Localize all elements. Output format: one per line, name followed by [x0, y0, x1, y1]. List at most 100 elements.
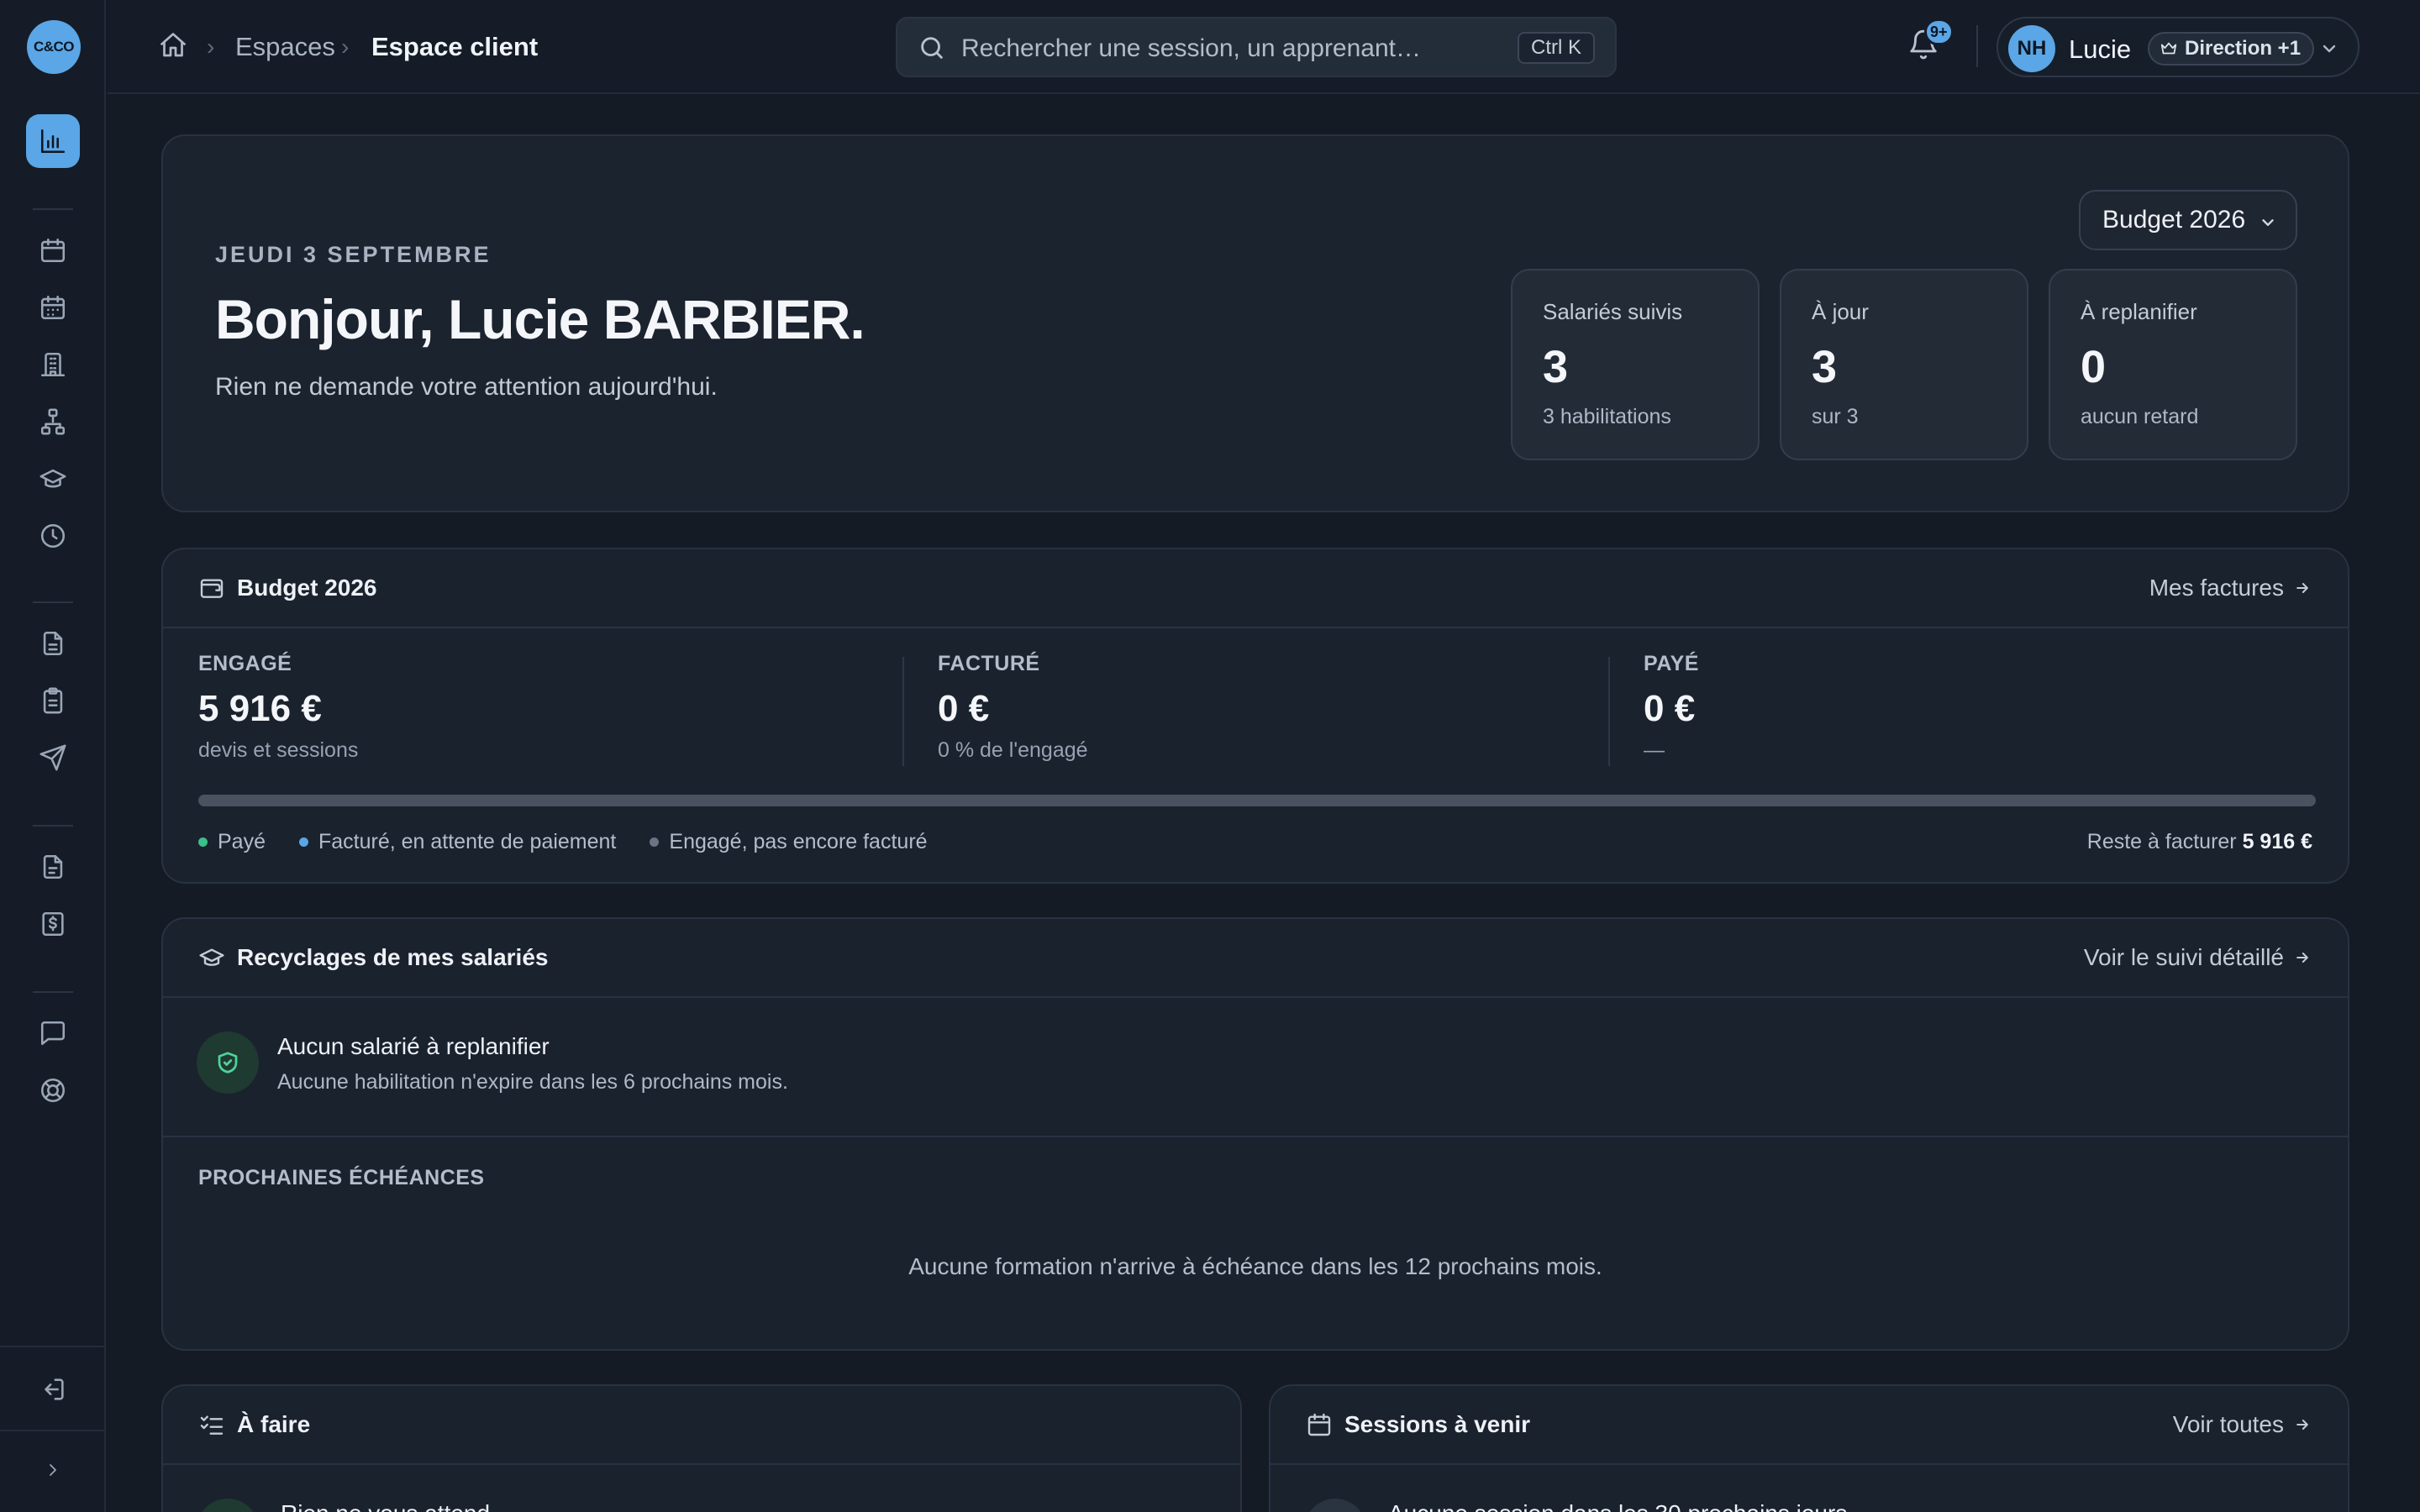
sessions-first-item: Aucune session dans les 30 prochains jou…	[1388, 1500, 1847, 1512]
sidebar: C&CO	[0, 0, 106, 1512]
sidebar-item-attendance[interactable]	[26, 674, 80, 727]
expand-sidebar-button[interactable]	[26, 1443, 80, 1497]
legend-label: Facturé, en attente de paiement	[318, 830, 617, 853]
stat-sub: 3 habilitations	[1543, 405, 1671, 428]
kpi-paid: PAYÉ 0 € —	[1644, 652, 1699, 763]
recyclages-title: Recyclages de mes salariés	[237, 944, 549, 970]
no-reschedule-sub: Aucune habilitation n'expire dans les 6 …	[277, 1070, 788, 1094]
sidebar-item-planning[interactable]	[26, 281, 80, 334]
chevron-down-icon	[2262, 219, 2274, 226]
budget-title: Budget 2026	[237, 575, 377, 601]
sidebar-item-messages[interactable]	[26, 1006, 80, 1060]
stat-label: À replanifier	[2081, 299, 2197, 324]
kpi-divider	[902, 657, 904, 766]
global-search[interactable]: Ctrl K	[896, 17, 1617, 77]
sidebar-item-invoices[interactable]	[26, 897, 80, 951]
legend-item-invoiced: Facturé, en attente de paiement	[298, 830, 617, 854]
calendar-icon	[40, 238, 66, 263]
graduation-cap-icon	[39, 469, 66, 488]
recyclages-card: Recyclages de mes salariés Voir le suivi…	[161, 917, 2349, 1351]
arrow-right-icon	[2296, 583, 2308, 593]
remaining-to-invoice: Reste à facturer 5 916 €	[2087, 830, 2312, 854]
role-label: Direction +1	[2185, 37, 2302, 60]
notifications-badge: 9+	[1924, 18, 1954, 45]
budget-legend: Payé Facturé, en attente de paiement Eng…	[198, 830, 928, 854]
sessions-card: Sessions à venir Voir toutes Aucune sess…	[1269, 1384, 2349, 1512]
wallet-icon	[198, 575, 227, 603]
app-logo[interactable]: C&CO	[27, 20, 81, 74]
kpi-label: PAYÉ	[1644, 652, 1699, 675]
sidebar-item-quotes[interactable]	[26, 840, 80, 894]
search-icon	[918, 34, 948, 64]
logout-button[interactable]	[26, 1362, 80, 1416]
stat-value: 3	[1543, 342, 1569, 392]
recyclages-header: Recyclages de mes salariés Voir le suivi…	[163, 919, 2348, 998]
breadcrumb-espaces[interactable]: Espaces	[235, 32, 335, 62]
calendar-icon	[1306, 1411, 1334, 1440]
search-input[interactable]	[961, 30, 1482, 67]
budget-card: Budget 2026 Mes factures ENGAGÉ 5 916 € …	[161, 548, 2349, 884]
sidebar-separator	[33, 601, 73, 603]
invoices-link[interactable]: Mes factures	[2149, 575, 2311, 601]
legend-dot	[198, 837, 208, 847]
calendar-grid-icon	[40, 295, 66, 320]
graduation-cap-icon	[198, 944, 227, 973]
sidebar-separator	[33, 208, 73, 210]
org-chart-icon	[40, 408, 66, 435]
stat-card-to-reschedule[interactable]: À replanifier 0 aucun retard	[2049, 269, 2297, 460]
detailed-tracking-link[interactable]: Voir le suivi détaillé	[2084, 944, 2311, 971]
shield-check-icon	[197, 1032, 259, 1094]
arrow-right-icon	[2296, 1420, 2308, 1430]
sidebar-item-calendar[interactable]	[26, 223, 80, 277]
stat-card-employees[interactable]: Salariés suivis 3 3 habilitations	[1511, 269, 1760, 460]
breadcrumb-current: Espace client	[371, 32, 539, 61]
topbar: › Espaces › Espace client Ctrl K 9+ NH L…	[108, 0, 2420, 94]
section-divider	[163, 1136, 2348, 1137]
stat-card-up-to-date[interactable]: À jour 3 sur 3	[1780, 269, 2028, 460]
kpi-invoiced: FACTURÉ 0 € 0 % de l'engagé	[938, 652, 1088, 763]
sidebar-item-documents[interactable]	[26, 617, 80, 670]
sidebar-item-requests[interactable]	[26, 731, 80, 785]
kpi-value: 0 €	[1644, 688, 1696, 729]
budget-year-label: Budget 2026	[2102, 206, 2246, 234]
crown-icon	[2160, 42, 2177, 55]
todo-header: À faire	[163, 1386, 1240, 1465]
sidebar-separator	[33, 991, 73, 993]
message-icon	[40, 1021, 66, 1046]
clock-icon	[40, 523, 66, 549]
greeting-title: Bonjour, Lucie BARBIER.	[215, 288, 865, 350]
all-sessions-label: Voir toutes	[2172, 1411, 2284, 1437]
kpi-sub: 0 % de l'engagé	[938, 738, 1088, 762]
legend-dot	[298, 837, 308, 847]
breadcrumb-separator-icon: ›	[207, 34, 215, 60]
all-sessions-link[interactable]: Voir toutes	[2173, 1411, 2311, 1438]
breadcrumb-home[interactable]	[158, 30, 190, 62]
upcoming-deadlines-label: PROCHAINES ÉCHÉANCES	[198, 1166, 485, 1189]
send-icon	[39, 744, 66, 771]
sidebar-item-support[interactable]	[26, 1063, 80, 1117]
sidebar-item-companies[interactable]	[26, 338, 80, 391]
invoice-dollar-icon	[42, 911, 64, 937]
clipboard-icon	[43, 687, 63, 714]
sidebar-item-dashboard[interactable]	[26, 114, 80, 168]
kpi-sub: —	[1644, 738, 1665, 762]
legend-label: Engagé, pas encore facturé	[669, 830, 928, 853]
budget-year-select[interactable]: Budget 2026	[2079, 190, 2297, 250]
sessions-title: Sessions à venir	[1344, 1411, 1531, 1437]
sessions-header: Sessions à venir Voir toutes	[1270, 1386, 2348, 1465]
detailed-tracking-label: Voir le suivi détaillé	[2083, 944, 2284, 970]
sidebar-item-trainings[interactable]	[26, 452, 80, 506]
file-text-icon	[43, 854, 63, 879]
remaining-label: Reste à facturer	[2086, 830, 2237, 853]
document-icon	[43, 631, 63, 656]
kpi-value: 5 916 €	[198, 688, 322, 729]
stat-value: 3	[1812, 342, 1838, 392]
no-reschedule-title: Aucun salarié à replanifier	[277, 1033, 550, 1059]
sidebar-item-history[interactable]	[26, 509, 80, 563]
sidebar-divider	[0, 1346, 106, 1347]
search-shortcut: Ctrl K	[1518, 32, 1595, 64]
greeting-subtitle: Rien ne demande votre attention aujourd'…	[215, 373, 718, 401]
user-menu[interactable]: NH Lucie Direction +1	[1996, 17, 2360, 77]
sidebar-item-organisation[interactable]	[26, 395, 80, 449]
stat-sub: sur 3	[1812, 405, 1859, 428]
